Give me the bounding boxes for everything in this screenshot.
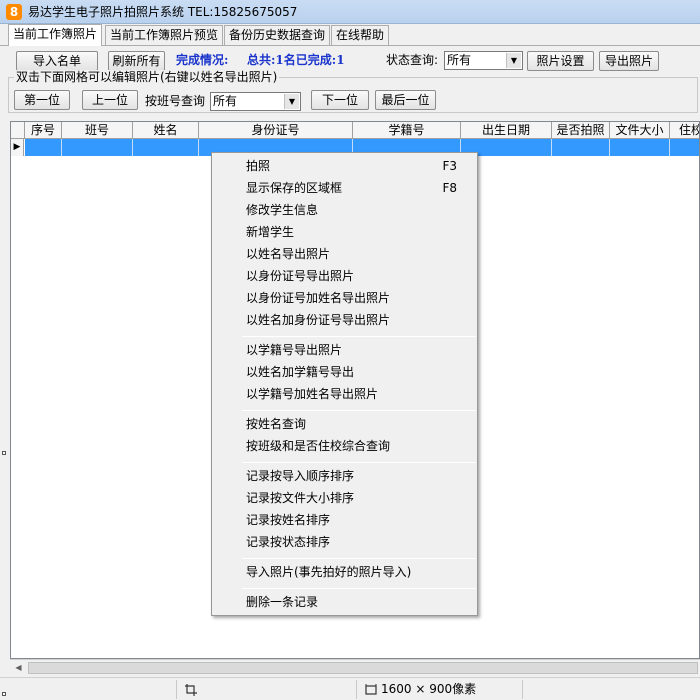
menu-separator [242, 588, 476, 589]
column-header-birth-date[interactable]: 出生日期 [461, 122, 552, 138]
menu-item-query-by-class-boarding[interactable]: 按班级和是否住校综合查询 [246, 435, 471, 457]
menu-item-shortcut: F3 [442, 159, 457, 173]
next-record-button[interactable]: 下一位 [311, 90, 369, 110]
tab-workbook-photo-preview[interactable]: 当前工作簿照片预览 [105, 25, 224, 45]
grid-cell[interactable] [25, 139, 62, 156]
menu-item-sort-by-import-order[interactable]: 记录按导入顺序排序 [246, 465, 471, 487]
menu-item-export-by-id[interactable]: 以身份证号导出照片 [246, 265, 471, 287]
menu-separator [242, 558, 476, 559]
tab-backup-history-query[interactable]: 备份历史数据查询 [224, 25, 331, 45]
menu-item-export-by-name[interactable]: 以姓名导出照片 [246, 243, 471, 265]
menu-item-export-by-student-number[interactable]: 以学籍号导出照片 [246, 339, 471, 361]
menu-item-export-by-name-student-number[interactable]: 以姓名加学籍号导出 [246, 361, 471, 383]
previous-record-button[interactable]: 上一位 [82, 90, 138, 110]
status-query-value: 所有 [447, 53, 472, 67]
grid-cell[interactable] [552, 139, 610, 156]
completion-label: 完成情况: [176, 53, 229, 67]
menu-item-export-by-id-name[interactable]: 以身份证号加姓名导出照片 [246, 287, 471, 309]
column-header-name[interactable]: 姓名 [133, 122, 199, 138]
window-title: 易达学生电子照片拍照片系统 TEL:15825675057 [28, 5, 298, 19]
menu-separator [242, 462, 476, 463]
grid-cell[interactable] [610, 139, 670, 156]
menu-item-export-by-name-id[interactable]: 以姓名加身份证号导出照片 [246, 309, 471, 331]
menu-item-query-by-name[interactable]: 按姓名查询 [246, 413, 471, 435]
column-header-file-size[interactable]: 文件大小 [610, 122, 670, 138]
status-divider [356, 680, 357, 699]
menu-item-sort-by-name[interactable]: 记录按姓名排序 [246, 509, 471, 531]
title-bar: 8 易达学生电子照片拍照片系统 TEL:15825675057 [0, 0, 700, 24]
grid-cell[interactable] [670, 139, 699, 156]
menu-separator [242, 336, 476, 337]
groupbox-caption: 双击下面网格可以编辑照片(右键以姓名导出照片) [14, 70, 280, 84]
menu-item-take-photo[interactable]: 拍照 F3 [246, 155, 471, 177]
grid-cell[interactable] [62, 139, 133, 156]
chevron-down-icon[interactable]: ▼ [506, 53, 521, 68]
export-photos-button[interactable]: 导出照片 [599, 51, 659, 71]
status-divider [522, 680, 523, 699]
scrollbar-thumb[interactable] [28, 662, 698, 674]
menu-item-label: 拍照 [246, 159, 271, 173]
resize-handle[interactable] [2, 451, 6, 455]
scroll-left-icon[interactable]: ◀ [10, 660, 27, 676]
resize-handle[interactable] [2, 692, 6, 696]
row-pointer-icon: ▶ [11, 139, 24, 156]
tab-strip-line [0, 45, 700, 46]
menu-item-show-saved-region[interactable]: 显示保存的区域框 F8 [246, 177, 471, 199]
column-header-photographed[interactable]: 是否拍照 [552, 122, 610, 138]
first-record-button[interactable]: 第一位 [14, 90, 70, 110]
menu-item-delete-record[interactable]: 删除一条记录 [246, 591, 471, 613]
grid-corner [11, 122, 25, 138]
image-resolution: 1600 × 900像素 [381, 682, 477, 696]
status-bar: 1600 × 900像素 [0, 677, 700, 700]
menu-item-sort-by-status[interactable]: 记录按状态排序 [246, 531, 471, 553]
completion-value: 总共:1名已完成:1 [247, 53, 345, 67]
menu-item-shortcut: F8 [442, 181, 457, 195]
status-divider [176, 680, 177, 699]
import-roster-button[interactable]: 导入名单 [16, 51, 98, 71]
context-menu: 拍照 F3 显示保存的区域框 F8 修改学生信息 新增学生 以姓名导出照片 以身… [211, 152, 478, 616]
menu-item-sort-by-file-size[interactable]: 记录按文件大小排序 [246, 487, 471, 509]
class-query-label: 按班号查询 [145, 94, 206, 108]
column-header-boarding[interactable]: 住校 [670, 122, 699, 138]
column-header-student-number[interactable]: 学籍号 [353, 122, 461, 138]
class-query-value: 所有 [213, 94, 238, 108]
dimensions-icon [365, 684, 377, 695]
class-query-select[interactable]: 所有 ▼ [210, 92, 301, 111]
status-query-select[interactable]: 所有 ▼ [444, 51, 523, 70]
refresh-all-button[interactable]: 刷新所有 [108, 51, 165, 71]
column-header-index[interactable]: 序号 [25, 122, 62, 138]
menu-item-export-by-student-number-name[interactable]: 以学籍号加姓名导出照片 [246, 383, 471, 405]
tab-current-workbook-photos[interactable]: 当前工作簿照片 [8, 24, 103, 46]
chevron-down-icon[interactable]: ▼ [284, 94, 299, 109]
last-record-button[interactable]: 最后一位 [375, 90, 436, 110]
column-header-id-number[interactable]: 身份证号 [199, 122, 353, 138]
horizontal-scrollbar[interactable]: ◀ [10, 659, 700, 676]
grid-header: 序号 班号 姓名 身份证号 学籍号 出生日期 是否拍照 文件大小 住校 [11, 122, 699, 139]
menu-item-label: 显示保存的区域框 [246, 181, 343, 195]
tab-online-help[interactable]: 在线帮助 [331, 25, 390, 45]
menu-item-import-photos[interactable]: 导入照片(事先拍好的照片导入) [246, 561, 471, 583]
crop-icon [185, 684, 197, 696]
column-header-class[interactable]: 班号 [62, 122, 133, 138]
grid-cell[interactable] [133, 139, 199, 156]
status-query-label: 状态查询: [386, 53, 439, 67]
app-icon: 8 [6, 4, 22, 20]
photo-settings-button[interactable]: 照片设置 [527, 51, 594, 71]
menu-item-add-student[interactable]: 新增学生 [246, 221, 471, 243]
menu-separator [242, 410, 476, 411]
menu-item-edit-student[interactable]: 修改学生信息 [246, 199, 471, 221]
